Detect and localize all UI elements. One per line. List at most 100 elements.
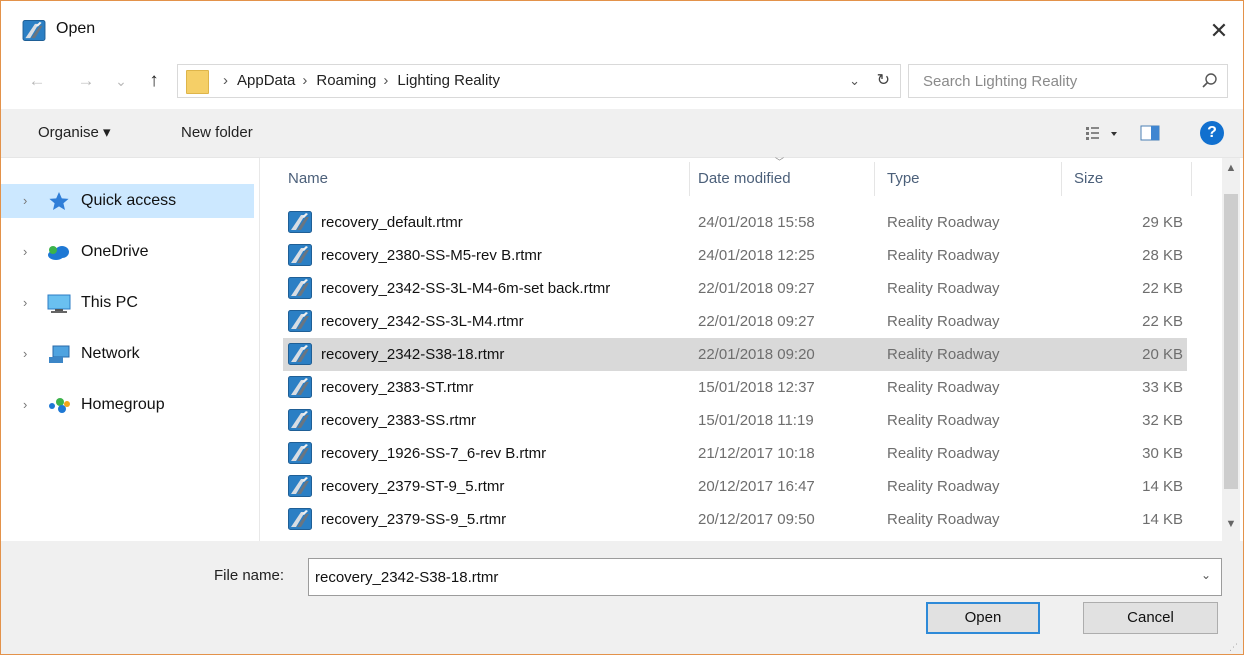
size-cell: 29 KB [1142, 214, 1183, 231]
up-arrow-icon: ↑ [149, 70, 159, 91]
column-header-date-modified[interactable]: Date modified [698, 158, 868, 198]
file-name-cell: recovery_2383-SS.rtmr [321, 412, 477, 429]
address-bar[interactable]: › AppData › Roaming › Lighting Reality ⌄ ↻ [177, 64, 901, 98]
table-row[interactable]: recovery_2380-SS-M5-rev B.rtmr 24/01/2018… [283, 239, 1187, 272]
breadcrumb-appdata[interactable]: AppData [237, 72, 295, 89]
sidebar-item-label: Homegroup [81, 396, 165, 413]
change-view-icon[interactable] [1084, 122, 1122, 144]
breadcrumb-roaming[interactable]: Roaming [316, 72, 376, 89]
chevron-right-icon[interactable]: › [23, 235, 27, 269]
command-toolbar: Organise ▾ New folder ? [1, 109, 1243, 158]
date-modified-cell: 21/12/2017 10:18 [698, 445, 815, 462]
sidebar-item-homegroup[interactable]: › Homegroup [1, 388, 254, 422]
type-cell: Reality Roadway [887, 313, 1000, 330]
cloud-icon [48, 246, 69, 260]
breadcrumb-lighting-reality[interactable]: Lighting Reality [397, 72, 500, 89]
new-folder-button[interactable]: New folder [181, 121, 253, 145]
open-button[interactable]: Open [926, 602, 1040, 634]
column-header-name[interactable]: Name [288, 158, 688, 198]
table-row[interactable]: recovery_2342-SS-3L-M4.rtmr 22/01/2018 09… [283, 305, 1187, 338]
refresh-icon[interactable]: ↻ [877, 65, 890, 97]
date-modified-cell: 22/01/2018 09:27 [698, 313, 815, 330]
file-name-cell: recovery_2342-S38-18.rtmr [321, 346, 505, 363]
table-row[interactable]: recovery_2383-SS.rtmr 15/01/2018 11:19 Rea… [283, 404, 1187, 437]
column-divider[interactable] [1191, 162, 1192, 196]
resize-grip-icon[interactable]: ⋰ [1229, 642, 1239, 653]
breadcrumb-separator-icon: › [223, 72, 228, 89]
navigation-bar: ← → ⌄ ↑ › AppData › Roaming › Lighting Realit… [1, 59, 1243, 107]
table-row[interactable]: recovery_2342-SS-3L-M4-6m-set back.rtmr 2… [283, 272, 1187, 305]
chevron-down-icon: ⌄ [115, 73, 127, 89]
rtmr-file-icon [288, 211, 312, 233]
date-modified-cell: 22/01/2018 09:27 [698, 280, 815, 297]
chevron-down-icon[interactable]: ⌄ [1201, 568, 1211, 582]
size-cell: 14 KB [1142, 478, 1183, 495]
forward-button[interactable]: → [74, 65, 98, 97]
column-divider[interactable] [874, 162, 875, 196]
column-divider[interactable] [689, 162, 690, 196]
file-name-cell: recovery_2379-ST-9_5.rtmr [321, 478, 505, 495]
size-cell: 33 KB [1142, 379, 1183, 396]
chevron-right-icon[interactable]: › [23, 337, 27, 371]
back-button[interactable]: ← [25, 65, 49, 97]
size-cell: 22 KB [1142, 313, 1183, 330]
date-modified-cell: 15/01/2018 11:19 [698, 412, 814, 429]
homegroup-icon [49, 398, 70, 413]
type-cell: Reality Roadway [887, 445, 1000, 462]
breadcrumb-separator-icon: › [302, 72, 308, 89]
chevron-right-icon[interactable]: › [23, 286, 27, 320]
rtmr-file-icon [288, 442, 312, 464]
back-arrow-icon: ← [28, 71, 46, 90]
scroll-down-icon[interactable]: ▼ [1222, 518, 1240, 530]
cancel-button[interactable]: Cancel [1083, 602, 1218, 634]
title-bar: Open ✕ [1, 1, 1243, 59]
preview-pane-icon[interactable] [1139, 122, 1161, 144]
sidebar-item-this-pc[interactable]: › This PC [1, 286, 254, 320]
scrollbar-thumb[interactable] [1224, 194, 1238, 489]
organise-button[interactable]: Organise ▾ [38, 121, 111, 145]
size-cell: 14 KB [1142, 511, 1183, 528]
column-header-type[interactable]: Type [887, 158, 1057, 198]
type-cell: Reality Roadway [887, 379, 1000, 396]
recent-locations-button[interactable]: ⌄ [112, 65, 130, 97]
type-cell: Reality Roadway [887, 247, 1000, 264]
sidebar-item-label: Quick access [81, 192, 177, 209]
rtmr-file-icon [288, 475, 312, 497]
type-cell: Reality Roadway [887, 280, 1000, 297]
sidebar-item-quick-access[interactable]: › Quick access [1, 184, 254, 218]
rtmr-file-icon [288, 409, 312, 431]
date-modified-cell: 15/01/2018 12:37 [698, 379, 815, 396]
help-icon[interactable]: ? [1200, 121, 1224, 145]
close-button[interactable]: ✕ [1195, 11, 1243, 51]
vertical-scrollbar[interactable]: ▲ ▼ [1222, 158, 1240, 541]
address-dropdown-icon[interactable]: ⌄ [849, 65, 860, 97]
type-cell: Reality Roadway [887, 478, 1000, 495]
table-row[interactable]: recovery_1926-SS-7_6-rev B.rtmr 21/12/201… [283, 437, 1187, 470]
column-divider[interactable] [1061, 162, 1062, 196]
file-name-label: File name: [214, 567, 285, 584]
table-row[interactable]: recovery_2342-S38-18.rtmr 22/01/2018 09:2… [283, 338, 1187, 371]
up-button[interactable]: ↑ [142, 65, 166, 97]
file-name-cell: recovery_2342-SS-3L-M4-6m-set back.rtmr [321, 280, 611, 297]
search-icon[interactable] [1201, 72, 1219, 90]
open-dialog: Open ✕ ← → ⌄ ↑ › AppData › Roaming › Lighting… [0, 0, 1244, 655]
table-row[interactable]: recovery_2379-SS-9_5.rtmr 20/12/2017 09:5… [283, 503, 1187, 536]
type-cell: Reality Roadway [887, 346, 1000, 363]
scroll-up-icon[interactable]: ▲ [1222, 162, 1240, 174]
table-row[interactable]: recovery_default.rtmr 24/01/2018 15:58 Rea… [283, 206, 1187, 239]
size-cell: 32 KB [1142, 412, 1183, 429]
rtmr-file-icon [288, 244, 312, 266]
column-header-size[interactable]: Size [1074, 158, 1184, 198]
chevron-right-icon[interactable]: › [23, 388, 27, 422]
search-input[interactable] [909, 65, 1193, 97]
table-row[interactable]: recovery_2383-ST.rtmr 15/01/2018 12:37 Rea… [283, 371, 1187, 404]
type-cell: Reality Roadway [887, 511, 1000, 528]
sidebar-item-onedrive[interactable]: › OneDrive [1, 235, 254, 269]
file-name-input[interactable] [309, 559, 1175, 595]
date-modified-cell: 24/01/2018 12:25 [698, 247, 815, 264]
table-row[interactable]: recovery_2379-ST-9_5.rtmr 20/12/2017 16:4… [283, 470, 1187, 503]
size-cell: 30 KB [1142, 445, 1183, 462]
date-modified-cell: 24/01/2018 15:58 [698, 214, 815, 231]
chevron-right-icon[interactable]: › [23, 184, 27, 218]
sidebar-item-network[interactable]: › Network [1, 337, 254, 371]
